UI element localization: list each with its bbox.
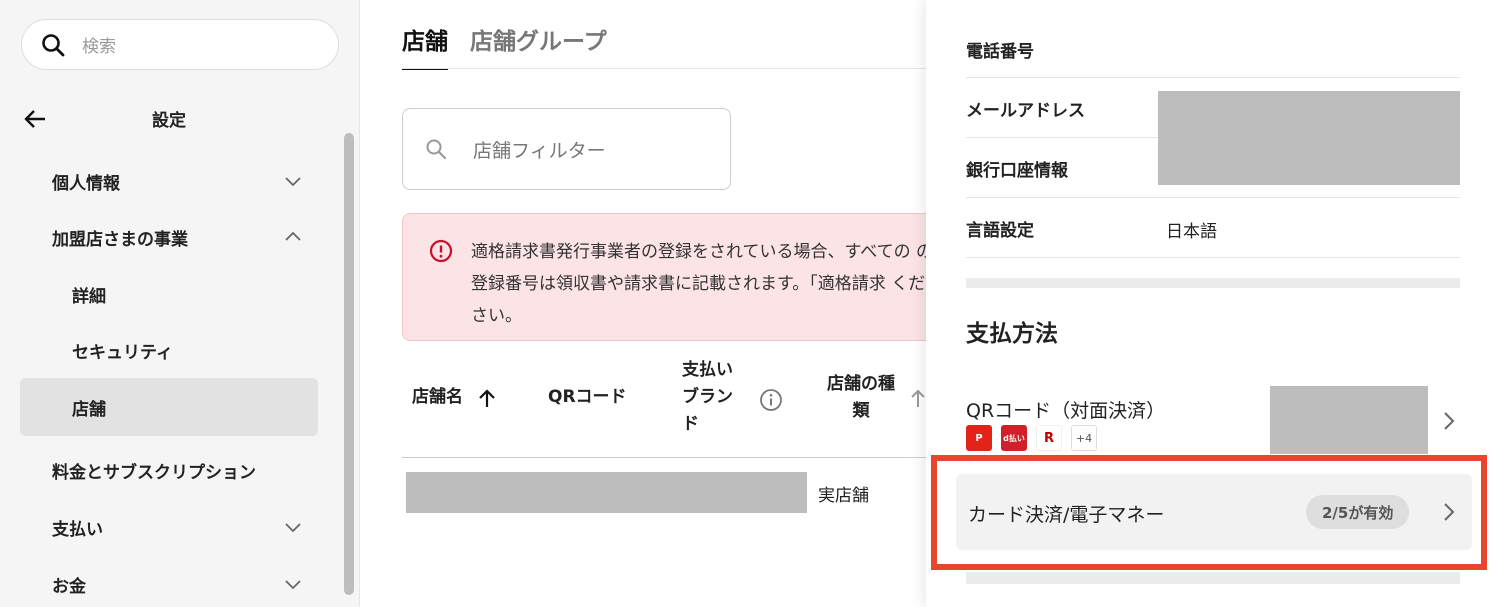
sidebar-item-label: 詳細: [72, 286, 106, 307]
settings-title: 設定: [152, 111, 186, 131]
search-input[interactable]: 検索: [21, 19, 339, 70]
chevron-down-icon: [285, 580, 301, 590]
search-icon: [42, 33, 65, 56]
sidebar: 検索 設定 個人情報 加盟店さまの事業 詳細 セキュリティ 店舗 料金とサブスク…: [0, 0, 360, 607]
alert-icon: [429, 239, 453, 263]
chevron-up-icon: [285, 231, 301, 241]
sidebar-item-label: 支払い: [52, 519, 103, 540]
chevron-down-icon: [285, 177, 301, 187]
store-filter-placeholder: 店舗フィルター: [473, 139, 606, 162]
tab-stores[interactable]: 店舗: [402, 22, 448, 70]
sidebar-item-security[interactable]: セキュリティ: [20, 321, 318, 379]
field-label-phone: 電話番号: [966, 42, 1034, 62]
alert-text: 適格請求書発行事業者の登録をされている場合、すべての の登録番号は領収書や請求書…: [471, 242, 934, 326]
sidebar-item-label: 個人情報: [52, 173, 120, 194]
field-label-language: 言語設定: [966, 221, 1034, 241]
sidebar-scrollbar[interactable]: [344, 133, 354, 595]
sidebar-item-label: お金: [52, 576, 86, 597]
settings-header: 設定: [0, 98, 340, 138]
paypay-icon: P: [966, 425, 992, 451]
highlight-box: [931, 455, 1487, 570]
tab-store-groups[interactable]: 店舗グループ: [470, 22, 607, 70]
sidebar-item-money[interactable]: お金: [20, 555, 318, 607]
chevron-down-icon: [285, 523, 301, 533]
column-header-store-type[interactable]: 店舗の種類: [824, 371, 898, 425]
column-header-qr-code[interactable]: QRコード: [548, 384, 627, 411]
column-header-store-name[interactable]: 店舗名: [412, 384, 463, 411]
tabs-divider: [402, 68, 932, 69]
field-label-email: メールアドレス: [966, 101, 1085, 121]
store-type-cell: 実店舗: [818, 486, 869, 506]
sidebar-item-payments[interactable]: 支払い: [20, 498, 318, 556]
chevron-right-icon: [1444, 412, 1455, 430]
invoice-alert: 適格請求書発行事業者の登録をされている場合、すべての の登録番号は領収書や請求書…: [402, 213, 962, 341]
divider: [966, 257, 1460, 258]
field-label-bank-account: 銀行口座情報: [966, 161, 1068, 181]
sidebar-item-label: 店舗: [72, 399, 106, 420]
sidebar-item-label: 料金とサブスクリプション: [52, 462, 256, 483]
sort-arrow-up-icon[interactable]: [478, 388, 496, 408]
sidebar-item-personal-info[interactable]: 個人情報: [20, 152, 318, 210]
search-icon: [426, 139, 447, 160]
d-barai-icon: d払い: [1001, 425, 1027, 451]
more-brands-count: +4: [1071, 425, 1097, 451]
qr-payment-label: QRコード（対面決済）: [966, 400, 1166, 422]
redacted-contact-info: [1158, 91, 1460, 185]
field-value-language: 日本語: [1166, 222, 1217, 242]
sidebar-item-details[interactable]: 詳細: [20, 265, 318, 323]
sort-arrow-up-icon[interactable]: [910, 388, 926, 408]
table-divider: [402, 457, 942, 458]
info-icon[interactable]: [759, 388, 783, 412]
store-filter-input[interactable]: 店舗フィルター: [402, 108, 731, 190]
redacted-store-name: [406, 472, 807, 513]
section-separator: [966, 278, 1460, 288]
sidebar-item-merchant-business[interactable]: 加盟店さまの事業: [20, 208, 318, 266]
divider: [966, 77, 1460, 78]
divider: [966, 197, 1460, 198]
sidebar-item-stores[interactable]: 店舗: [20, 378, 318, 436]
qr-brand-badges: P d払い R +4: [966, 425, 1097, 451]
tab-bar: 店舗 店舗グループ: [402, 22, 607, 70]
column-header-payment-brand[interactable]: 支払い ブランド: [682, 357, 740, 438]
column-header-label: 店舗名: [412, 387, 463, 407]
rakuten-pay-icon: R: [1036, 425, 1062, 451]
search-placeholder: 検索: [82, 37, 116, 57]
sidebar-item-label: セキュリティ: [72, 342, 173, 363]
sidebar-item-fees-subscriptions[interactable]: 料金とサブスクリプション: [20, 441, 318, 499]
redacted-qr-status: [1270, 386, 1428, 454]
payment-methods-title: 支払方法: [966, 321, 1058, 347]
back-arrow-icon[interactable]: [22, 106, 48, 132]
sidebar-item-label: 加盟店さまの事業: [52, 229, 188, 250]
section-separator: [966, 572, 1460, 584]
